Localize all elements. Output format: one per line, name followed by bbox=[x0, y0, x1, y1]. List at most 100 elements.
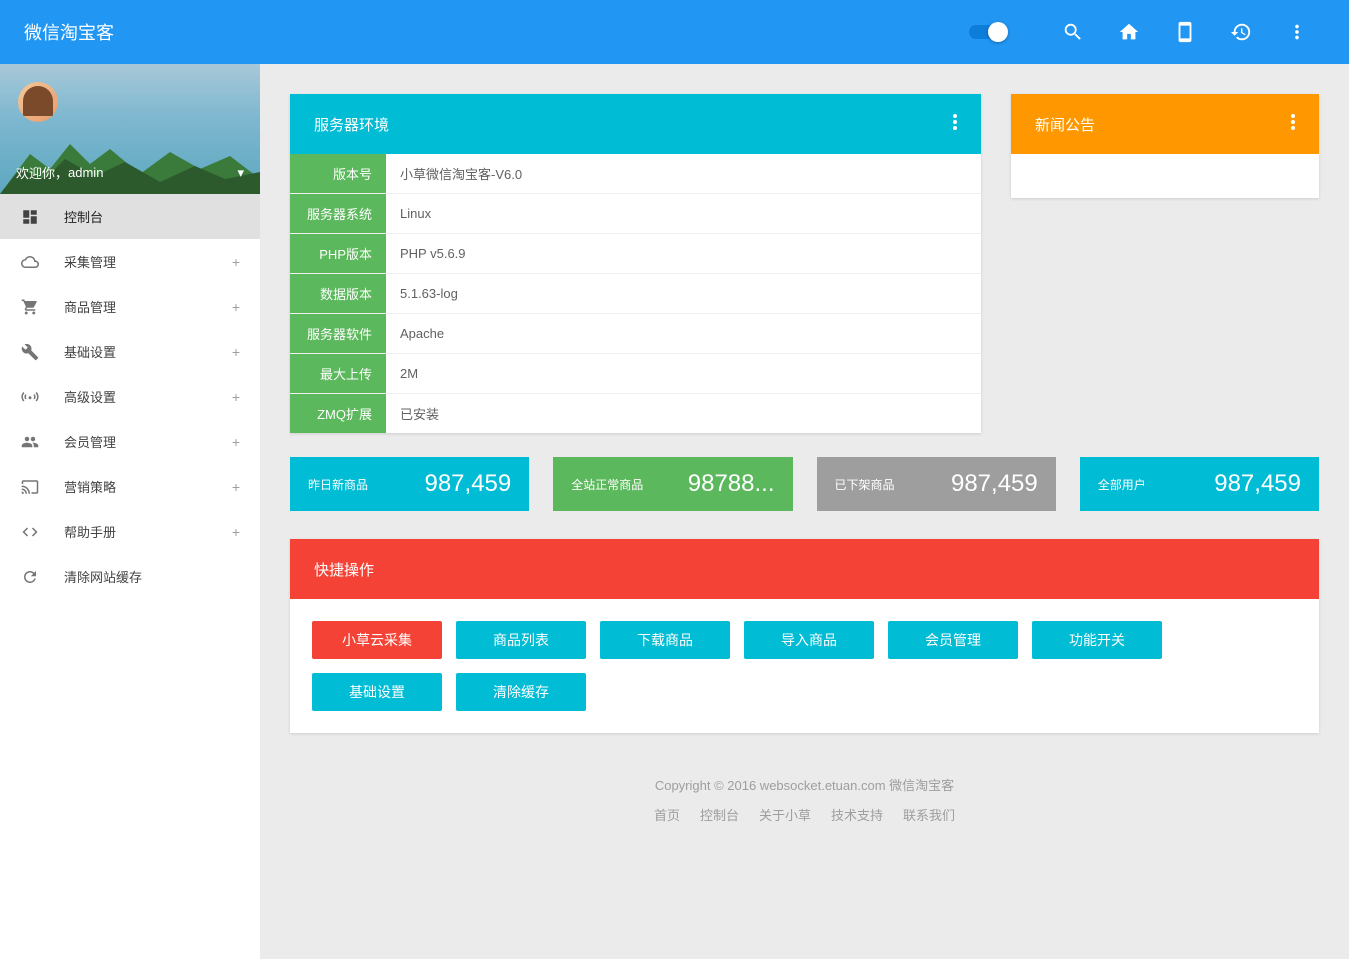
env-row: 版本号小草微信淘宝客-V6.0 bbox=[290, 154, 981, 194]
sidebar-item-7[interactable]: 帮助手册 + bbox=[0, 509, 260, 554]
sidebar-item-0[interactable]: 控制台 bbox=[0, 194, 260, 239]
home-icon[interactable] bbox=[1117, 20, 1141, 44]
env-key: PHP版本 bbox=[290, 234, 386, 274]
env-key: 版本号 bbox=[290, 154, 386, 194]
stat-value: 98788... bbox=[688, 470, 775, 498]
env-value: Linux bbox=[386, 194, 981, 234]
env-row: 数据版本5.1.63-log bbox=[290, 274, 981, 314]
theme-toggle[interactable] bbox=[969, 25, 1005, 39]
expand-icon: + bbox=[232, 434, 240, 450]
env-value: 小草微信淘宝客-V6.0 bbox=[386, 154, 981, 194]
search-icon[interactable] bbox=[1061, 20, 1085, 44]
sidebar-item-2[interactable]: 商品管理+ bbox=[0, 284, 260, 329]
stat-card[interactable]: 已下架商品 987,459 bbox=[817, 457, 1056, 511]
username: admin bbox=[68, 165, 103, 180]
env-key: 数据版本 bbox=[290, 274, 386, 314]
sidebar-item-3[interactable]: 基础设置 + bbox=[0, 329, 260, 374]
card-title: 新闻公告 bbox=[1035, 114, 1095, 135]
avatar[interactable] bbox=[18, 82, 58, 122]
news-card: 新闻公告 bbox=[1011, 94, 1319, 198]
chevron-down-icon: ▾ bbox=[237, 165, 244, 181]
env-key: 服务器系统 bbox=[290, 194, 386, 234]
quick-button[interactable]: 小草云采集 bbox=[312, 621, 442, 659]
quick-button[interactable]: 基础设置 bbox=[312, 673, 442, 711]
card-title: 快捷操作 bbox=[314, 559, 374, 580]
quick-button[interactable]: 会员管理 bbox=[888, 621, 1018, 659]
welcome-row[interactable]: 欢迎你，admin ▾ bbox=[16, 163, 244, 182]
expand-icon: + bbox=[232, 344, 240, 360]
stat-label: 已下架商品 bbox=[835, 476, 895, 493]
nav-label: 营销策略 bbox=[64, 477, 116, 496]
sidebar-item-4[interactable]: 高级设置+ bbox=[0, 374, 260, 419]
mobile-icon[interactable] bbox=[1173, 20, 1197, 44]
sidebar-item-6[interactable]: 营销策略 + bbox=[0, 464, 260, 509]
news-header: 新闻公告 bbox=[1011, 94, 1319, 154]
stat-value: 987,459 bbox=[424, 470, 511, 498]
quick-header: 快捷操作 bbox=[290, 539, 1319, 599]
stat-card[interactable]: 昨日新商品 987,459 bbox=[290, 457, 529, 511]
sidebar-item-8[interactable]: 清除网站缓存 bbox=[0, 554, 260, 599]
quick-body: 小草云采集商品列表下载商品导入商品会员管理功能开关基础设置清除缓存 bbox=[290, 599, 1319, 733]
quick-button[interactable]: 导入商品 bbox=[744, 621, 874, 659]
server-env-card: 服务器环境 版本号小草微信淘宝客-V6.0服务器系统LinuxPHP版本PHP … bbox=[290, 94, 981, 433]
nav-label: 会员管理 bbox=[64, 432, 116, 451]
quick-button[interactable]: 清除缓存 bbox=[456, 673, 586, 711]
expand-icon: + bbox=[232, 479, 240, 495]
footer-link[interactable]: 控制台 bbox=[700, 803, 739, 829]
news-body bbox=[1011, 154, 1319, 198]
nav-label: 帮助手册 bbox=[64, 522, 116, 541]
quick-button[interactable]: 商品列表 bbox=[456, 621, 586, 659]
env-row: 最大上传2M bbox=[290, 354, 981, 394]
env-key: 服务器软件 bbox=[290, 314, 386, 354]
nav-label: 基础设置 bbox=[64, 342, 116, 361]
copyright: Copyright © 2016 websocket.etuan.com 微信淘… bbox=[290, 773, 1319, 799]
history-icon[interactable] bbox=[1229, 20, 1253, 44]
sidebar-banner: 欢迎你，admin ▾ bbox=[0, 64, 260, 194]
stat-card[interactable]: 全站正常商品98788... bbox=[553, 457, 792, 511]
env-value: Apache bbox=[386, 314, 981, 354]
cloud-icon bbox=[20, 252, 40, 272]
expand-icon: + bbox=[232, 524, 240, 540]
footer-link[interactable]: 关于小草 bbox=[759, 803, 811, 829]
app-header: 微信淘宝客 bbox=[0, 0, 1349, 64]
env-key: ZMQ扩展 bbox=[290, 394, 386, 434]
sidebar-item-1[interactable]: 采集管理+ bbox=[0, 239, 260, 284]
stat-value: 987,459 bbox=[1214, 470, 1301, 498]
quick-actions-card: 快捷操作 小草云采集商品列表下载商品导入商品会员管理功能开关基础设置清除缓存 bbox=[290, 539, 1319, 733]
footer-link[interactable]: 联系我们 bbox=[903, 803, 955, 829]
settings-icon bbox=[20, 342, 40, 362]
footer-link[interactable]: 首页 bbox=[654, 803, 680, 829]
quick-button[interactable]: 功能开关 bbox=[1032, 621, 1162, 659]
stats-row: 昨日新商品987,459全站正常商品98788...已下架商品987,459全部… bbox=[290, 457, 1319, 511]
env-table: 版本号小草微信淘宝客-V6.0服务器系统LinuxPHP版本PHP v5.6.9… bbox=[290, 154, 981, 433]
antenna-icon bbox=[20, 387, 40, 407]
sidebar-item-5[interactable]: 会员管理 + bbox=[0, 419, 260, 464]
cart-icon bbox=[20, 297, 40, 317]
footer-link[interactable]: 技术支持 bbox=[831, 803, 883, 829]
card-title: 服务器环境 bbox=[314, 114, 389, 135]
card-menu-icon[interactable] bbox=[1291, 114, 1295, 134]
sidebar: 欢迎你，admin ▾ 控制台采集管理+商品管理+ 基础设置 + 高级设置+ 会员管理 +… bbox=[0, 64, 260, 959]
more-icon[interactable] bbox=[1285, 20, 1309, 44]
main-content: 服务器环境 版本号小草微信淘宝客-V6.0服务器系统LinuxPHP版本PHP … bbox=[260, 64, 1349, 959]
people-icon bbox=[20, 432, 40, 452]
env-row: 服务器系统Linux bbox=[290, 194, 981, 234]
stat-value: 987,459 bbox=[951, 470, 1038, 498]
card-menu-icon[interactable] bbox=[953, 114, 957, 134]
stat-label: 昨日新商品 bbox=[308, 476, 368, 493]
cast-icon bbox=[20, 477, 40, 497]
env-value: 5.1.63-log bbox=[386, 274, 981, 314]
welcome-prefix: 欢迎你， bbox=[16, 163, 68, 182]
expand-icon: + bbox=[232, 299, 240, 315]
refresh-icon bbox=[20, 567, 40, 587]
quick-button[interactable]: 下载商品 bbox=[600, 621, 730, 659]
env-row: PHP版本PHP v5.6.9 bbox=[290, 234, 981, 274]
code-icon bbox=[20, 522, 40, 542]
env-value: PHP v5.6.9 bbox=[386, 234, 981, 274]
footer-links: 首页控制台关于小草技术支持联系我们 bbox=[290, 803, 1319, 829]
app-title: 微信淘宝客 bbox=[24, 19, 114, 45]
expand-icon: + bbox=[232, 254, 240, 270]
stat-label: 全部用户 bbox=[1098, 476, 1146, 493]
stat-card[interactable]: 全部用户 987,459 bbox=[1080, 457, 1319, 511]
server-env-header: 服务器环境 bbox=[290, 94, 981, 154]
